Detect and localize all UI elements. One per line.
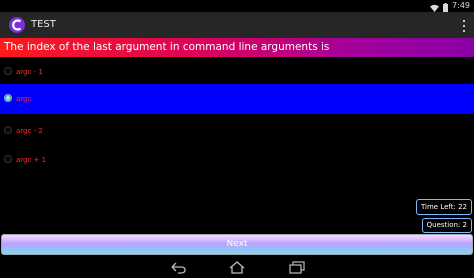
next-button[interactable]: Next: [1, 234, 473, 255]
option-argc-minus-1[interactable]: argc - 1: [0, 57, 474, 87]
status-time: 7:49: [452, 1, 470, 10]
back-icon[interactable]: [168, 259, 188, 274]
radio-button[interactable]: [4, 126, 12, 134]
radio-button[interactable]: [4, 67, 12, 75]
question-text: The index of the last argument in comman…: [4, 41, 330, 53]
app-c-logo-icon[interactable]: [8, 16, 26, 34]
recents-icon[interactable]: [287, 259, 307, 274]
app-title: TEST: [31, 19, 56, 30]
option-label: argc - 2: [16, 127, 43, 135]
question-banner: The index of the last argument in comman…: [0, 38, 474, 57]
time-left-label: Time Left: 22: [415, 199, 472, 215]
home-icon[interactable]: [227, 259, 247, 274]
radio-button[interactable]: [4, 94, 12, 102]
option-argc-plus-1[interactable]: argc + 1: [0, 145, 474, 175]
option-argc[interactable]: argc: [0, 84, 474, 114]
option-label: argc - 1: [16, 68, 43, 76]
navigation-bar: [0, 256, 474, 277]
option-argc-minus-2[interactable]: argc - 2: [0, 116, 474, 146]
status-icons: 7:49: [430, 0, 470, 12]
option-label: argc + 1: [16, 156, 47, 164]
option-label: argc: [16, 95, 32, 103]
overflow-menu-icon[interactable]: [462, 18, 466, 32]
status-bar: 7:49: [0, 0, 474, 12]
radio-button[interactable]: [4, 155, 12, 163]
action-bar: TEST: [0, 12, 474, 38]
question-number-label: Question: 2: [421, 218, 472, 233]
